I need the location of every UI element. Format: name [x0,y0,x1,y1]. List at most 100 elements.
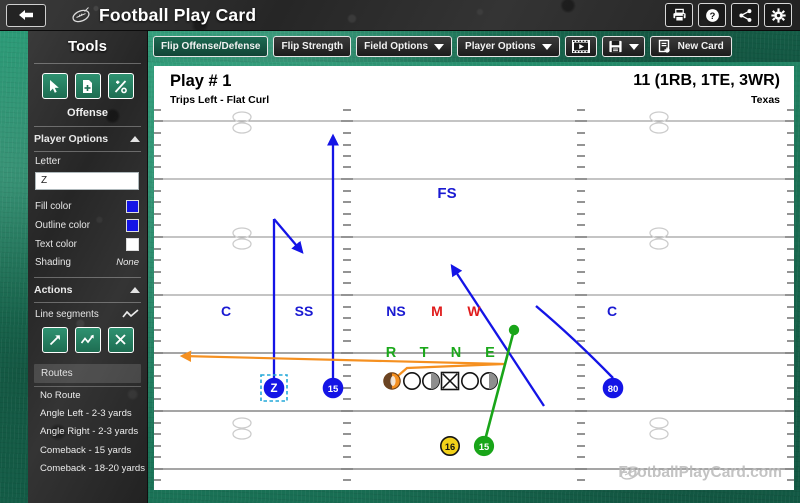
title-bar: Football Play Card ? [0,0,800,31]
flip-strength-button[interactable]: Flip Strength [273,36,352,57]
film-strip-icon [571,40,590,53]
lineman-half-1[interactable] [421,371,440,390]
svg-text:?: ? [709,11,715,21]
lineman-circle-2[interactable] [460,371,479,390]
title-bar-actions: ? [665,3,794,27]
fill-color-label: Fill color [35,200,72,212]
watermark: FootballPlayCard.com [618,464,782,482]
player-options-label: Player Options [465,41,536,52]
add-player-icon [83,79,92,93]
route-option-angle-right[interactable]: Angle Right - 2-3 yards [34,423,141,441]
line-segments-row[interactable]: Line segments [28,303,147,323]
team-name: Texas [751,94,780,106]
svg-text:15: 15 [328,384,339,395]
select-tool[interactable] [41,73,68,99]
field-diagram[interactable]: Z 15 80 16 15 FS C SS NS M W C R T N E [154,66,794,490]
route-blue-comeback[interactable] [535,305,614,379]
route-pen-icon [114,79,127,93]
print-icon[interactable] [665,3,693,27]
player-15-back[interactable]: 15 [473,435,495,457]
new-document-icon [658,39,670,53]
routes-section-header[interactable]: Routes [34,363,141,383]
chevron-down-icon [628,43,639,50]
new-card-label: New Card [677,41,724,52]
label-t: T [420,345,429,361]
new-card-button[interactable]: New Card [649,36,732,57]
shading-value: None [116,256,139,268]
zigzag-icon [122,309,139,318]
text-color-row[interactable]: Text color [28,235,147,254]
flip-offense-defense-button[interactable]: Flip Offense/Defense [153,36,269,57]
routes-list: No Route Angle Left - 2-3 yards Angle Ri… [34,385,145,478]
text-color-label: Text color [35,238,77,250]
yard-lines [154,120,794,296]
offensive-line[interactable] [383,371,498,391]
add-player-tool[interactable] [74,73,101,99]
player-15-slot[interactable]: 15 [322,377,344,399]
route-option-no-route[interactable]: No Route [34,387,141,405]
outline-color-swatch[interactable] [126,218,139,232]
letter-label: Letter [35,156,61,167]
svg-text:16: 16 [445,442,455,452]
player-16[interactable]: 16 [439,435,460,456]
svg-text:Z: Z [270,383,277,395]
chevron-up-icon [130,286,140,293]
chevron-up-icon [130,136,140,142]
side-label: Offense [67,107,108,119]
help-icon[interactable]: ? [698,3,726,27]
segment-buttons [28,323,147,357]
left-edge-strip [0,31,28,503]
straight-segment-button[interactable] [41,326,68,353]
line-of-scrimmage [154,352,794,470]
route-option-comeback-15[interactable]: Comeback - 15 yards [34,441,141,459]
position-labels: FS C SS NS M W C R T N E [221,185,617,361]
draw-route-tool[interactable] [107,73,134,99]
player-options-label: Player Options [34,133,109,145]
letter-input[interactable] [35,171,139,190]
play-field[interactable]: Z 15 80 16 15 FS C SS NS M W C R T N E P… [154,66,794,490]
shading-row[interactable]: Shading None [28,254,147,271]
shading-label: Shading [35,256,71,268]
actions-label: Actions [34,283,73,296]
watermark-text: FootballPlayCard.com [618,464,782,481]
route-option-angle-left[interactable]: Angle Left - 2-3 yards [34,405,141,423]
football-icon [72,7,90,23]
back-button[interactable] [6,3,46,27]
tool-buttons [28,64,147,103]
page-title: Football Play Card [99,4,257,25]
chevron-down-icon [541,43,552,50]
back-arrow-icon [19,10,33,20]
gear-icon[interactable] [764,3,792,27]
route-option-comeback-1820[interactable]: Comeback - 18-20 yards [34,459,145,477]
lineman-half-2[interactable] [479,371,498,390]
delete-segment-button[interactable] [107,326,134,353]
fill-color-swatch[interactable] [126,199,139,213]
curved-segment-button[interactable] [74,326,101,353]
label-fs: FS [437,185,456,202]
lineman-circle-1[interactable] [403,371,422,390]
lineman-rb-ball[interactable] [383,372,401,390]
save-disk-icon [609,40,622,53]
player-z[interactable]: Z [260,374,288,402]
animate-play-button[interactable] [564,36,597,57]
share-icon[interactable] [731,3,759,27]
outline-color-label: Outline color [35,219,90,231]
arrow-up-right-icon [49,334,60,345]
player-80[interactable]: 80 [602,377,624,399]
svg-text:15: 15 [479,442,489,452]
save-button[interactable] [601,36,645,57]
label-e: E [485,345,495,361]
svg-text:80: 80 [608,384,619,395]
lineman-center[interactable] [440,371,460,391]
field-options-button[interactable]: Field Options [356,36,453,57]
main-toolbar: Flip Offense/Defense Flip Strength Field… [148,31,800,62]
player-options-section-header[interactable]: Player Options [28,127,147,151]
fill-color-row[interactable]: Fill color [28,197,147,216]
sidebar-title: Tools [68,38,107,55]
text-color-swatch[interactable] [126,237,139,251]
cursor-arrow-icon [50,79,59,93]
actions-section-header[interactable]: Actions [28,278,147,302]
outline-color-row[interactable]: Outline color [28,216,147,235]
player-options-button[interactable]: Player Options [457,36,560,57]
label-w: W [467,303,481,319]
